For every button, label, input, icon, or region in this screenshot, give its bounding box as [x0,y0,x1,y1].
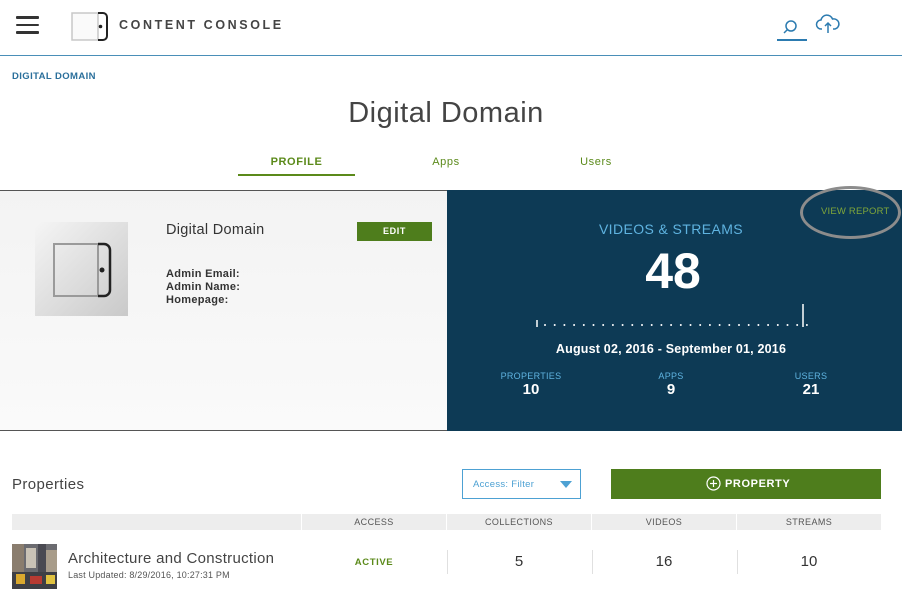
plus-circle-icon [706,476,721,491]
status-badge: ACTIVE [354,557,394,568]
timeline-dot [573,324,576,326]
column-header-videos[interactable]: VIDEOS [592,514,736,530]
page-title: Digital Domain [348,97,544,129]
properties-title: Properties [12,476,85,493]
timeline-dot [602,324,605,326]
access-filter-select[interactable]: Access: Filter [462,469,581,499]
app-title: CONTENT CONSOLE [119,18,284,32]
tab-users[interactable]: Users [556,156,636,168]
add-property-button[interactable]: PROPERTY [611,469,881,499]
top-bar: CONTENT CONSOLE [0,0,902,56]
timeline-dot [592,324,595,326]
active-tab-indicator [238,174,355,176]
timeline-dot [728,324,731,326]
admin-email-label: Admin Email: [166,268,240,280]
stats-panel: VIEW REPORT VIDEOS & STREAMS 48 August 0… [447,186,902,431]
edit-button[interactable]: EDIT [357,222,432,241]
stat-properties-label: PROPERTIES [500,371,562,381]
stat-users-label: USERS [794,371,828,381]
profile-avatar [35,222,128,316]
timeline-dot [621,324,624,326]
date-range: August 02, 2016 - September 01, 2016 [555,342,787,356]
timeline-dot [689,324,692,326]
property-last-updated: Last Updated: 8/29/2016, 10:27:31 PM [68,570,230,580]
homepage-label: Homepage: [166,294,229,306]
stat-apps-value: 9 [666,381,676,398]
search-icon[interactable] [777,12,807,42]
timeline-dot [553,324,556,326]
stat-properties-value: 10 [522,381,540,398]
timeline-dot [796,324,799,326]
timeline-dot [544,324,546,326]
timeline-dot [670,324,673,326]
timeline-dot [650,324,653,326]
table-header: ACCESS COLLECTIONS VIDEOS STREAMS [12,514,881,530]
collections-count: 5 [514,553,524,570]
timeline-dot [563,324,566,326]
breadcrumb[interactable]: DIGITAL DOMAIN [12,71,96,82]
tab-apps[interactable]: Apps [406,156,486,168]
timeline-dot [757,324,760,326]
timeline-dot [747,324,750,326]
brand-logo-icon [53,242,112,298]
timeline-dot [805,324,808,326]
view-report-link[interactable]: VIEW REPORT [821,206,890,217]
timeline-dot [708,324,711,326]
videos-count: 16 [655,553,673,570]
profile-panel: Digital Domain EDIT Admin Email: Admin N… [0,190,447,431]
timeline-dot [776,324,779,326]
property-thumbnail [12,544,57,589]
caret-down-icon [560,481,572,488]
search-active-indicator [777,39,807,41]
timeline-dot [738,324,740,326]
stats-title: VIDEOS & STREAMS [598,221,744,237]
brand-logo-icon [71,12,108,41]
timeline-dot [611,324,614,326]
timeline-dot [641,324,643,326]
filter-label: Access: Filter [473,479,535,490]
cloud-upload-icon[interactable] [815,12,841,36]
timeline-dot [660,324,663,326]
column-header-streams[interactable]: STREAMS [737,514,881,530]
timeline-dot [699,324,702,326]
timeline-dot [786,324,789,326]
timeline-dot [767,324,770,326]
stats-count: 48 [645,243,701,299]
property-name[interactable]: Architecture and Construction [68,550,274,567]
stat-users-value: 21 [802,381,820,398]
streams-count: 10 [800,553,818,570]
timeline-slider[interactable] [535,302,819,328]
profile-name: Digital Domain [166,222,265,238]
stat-apps-label: APPS [658,371,684,381]
timeline-dot [679,324,682,326]
column-header-collections[interactable]: COLLECTIONS [447,514,591,530]
column-header-name [12,514,301,530]
table-row[interactable]: Architecture and Construction Last Updat… [12,540,881,590]
add-property-label: PROPERTY [725,478,791,490]
timeline-dot [631,324,634,326]
timeline-dot [718,324,721,326]
tab-profile[interactable]: PROFILE [238,156,355,168]
column-header-access[interactable]: ACCESS [302,514,446,530]
admin-name-label: Admin Name: [166,281,241,293]
hamburger-menu-icon[interactable] [16,16,39,34]
timeline-dot [582,324,585,326]
